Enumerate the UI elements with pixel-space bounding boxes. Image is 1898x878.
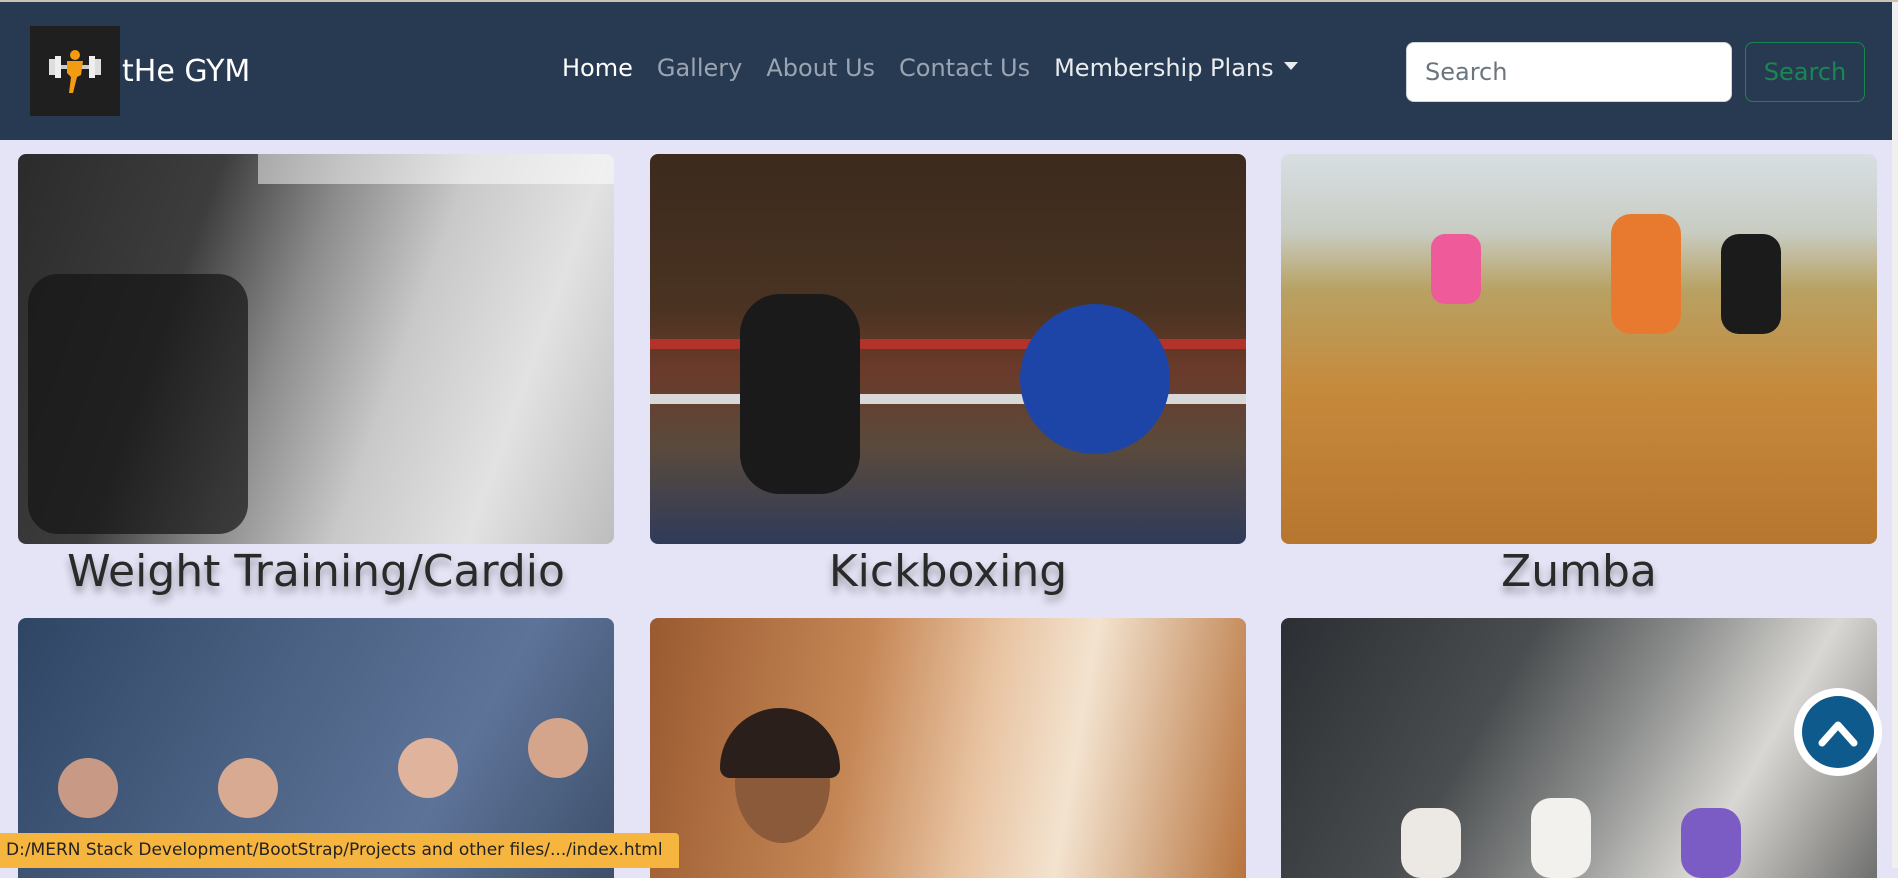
gallery-card-yoga [1281, 618, 1877, 878]
nav-dropdown-membership-plans[interactable]: Membership Plans [1054, 54, 1298, 82]
gallery-card-weight-training: Weight Training/Cardio [18, 154, 614, 597]
navbar: tHe GYM Home Gallery About Us Contact Us… [0, 2, 1898, 140]
card-caption: Kickboxing [828, 546, 1068, 597]
card-caption: Weight Training/Cardio [67, 546, 565, 597]
brand-name: tHe GYM [122, 53, 251, 89]
card-caption: Zumba [1501, 546, 1657, 597]
nav-link-home[interactable]: Home [562, 54, 633, 82]
scroll-button-inner [1802, 696, 1874, 768]
gallery-card-zumba: Zumba [1281, 154, 1877, 597]
gym-logo-icon [30, 26, 120, 116]
nav-link-about-us[interactable]: About Us [766, 54, 875, 82]
gallery-card-sauna [650, 618, 1246, 878]
nav-link-contact-us[interactable]: Contact Us [899, 54, 1030, 82]
browser-status-bar: D:/MERN Stack Development/BootStrap/Proj… [0, 833, 679, 868]
search-button[interactable]: Search [1745, 42, 1865, 102]
scroll-to-top-button[interactable] [1794, 688, 1882, 776]
dropdown-label: Membership Plans [1054, 54, 1274, 82]
chevron-up-icon [1818, 721, 1858, 747]
page-scrollbar[interactable] [1892, 2, 1898, 868]
zumba-image [1281, 154, 1877, 544]
sauna-image [650, 618, 1246, 878]
search-input[interactable] [1406, 42, 1732, 102]
caret-down-icon [1283, 62, 1298, 70]
brand[interactable]: tHe GYM [30, 26, 250, 116]
nav-link-gallery[interactable]: Gallery [657, 54, 742, 82]
nav-links: Home Gallery About Us Contact Us Members… [562, 54, 1322, 82]
kickboxing-image [650, 154, 1246, 544]
gallery-card-kickboxing: Kickboxing [650, 154, 1246, 597]
yoga-image [1281, 618, 1877, 878]
weight-training-image [18, 154, 614, 544]
